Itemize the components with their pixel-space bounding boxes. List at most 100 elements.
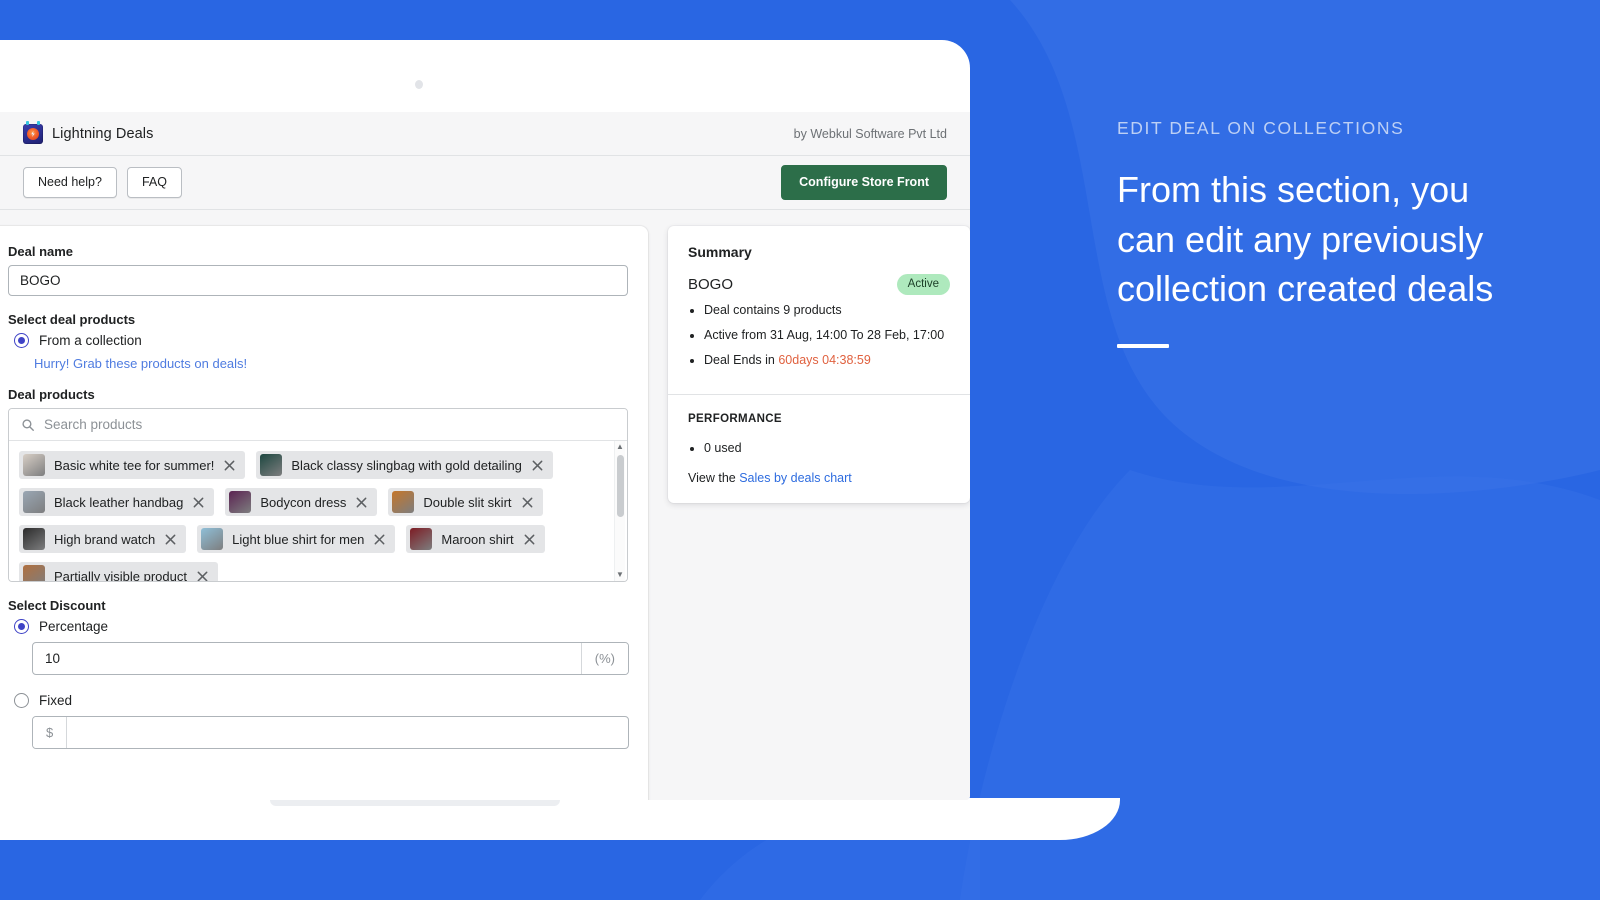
sales-by-deals-chart-link[interactable]: Sales by deals chart <box>739 471 852 485</box>
summary-section: Summary BOGO Active Deal contains 9 prod… <box>668 226 970 394</box>
deal-name-label: Deal name <box>8 244 74 259</box>
product-tag[interactable]: Black classy slingbag with gold detailin… <box>256 451 553 479</box>
summary-card: Summary BOGO Active Deal contains 9 prod… <box>668 226 970 504</box>
product-tag-label: Basic white tee for summer! <box>54 457 215 473</box>
product-thumbnail <box>23 491 45 513</box>
app-brand: Lightning Deals <box>23 121 153 144</box>
select-discount-label: Select Discount <box>8 598 106 613</box>
product-tag-label: Double slit skirt <box>423 494 512 510</box>
deal-countdown-timer: 60days 04:38:59 <box>778 353 871 368</box>
performance-bullet: 0 used <box>704 439 950 457</box>
configure-store-front-button[interactable]: Configure Store Front <box>781 165 947 200</box>
promo-headline: From this section, you can edit any prev… <box>1117 169 1494 310</box>
summary-deal-name: BOGO <box>688 275 734 293</box>
faq-button[interactable]: FAQ <box>126 167 182 198</box>
product-thumbnail <box>229 491 252 513</box>
select-deal-products-label: Select deal products <box>8 312 136 327</box>
product-thumbnail <box>392 491 415 513</box>
deal-form-card: Deal name Select deal products From a co… <box>0 226 648 800</box>
fixed-radio[interactable] <box>14 693 29 708</box>
product-thumbnail <box>23 528 45 550</box>
deal-ends-label: Deal Ends in <box>704 353 779 368</box>
laptop-mockup: Lightning Deals by Webkul Software Pvt L… <box>0 0 1130 840</box>
close-icon[interactable] <box>192 496 205 509</box>
percent-suffix: (%) <box>580 643 628 674</box>
product-tag-row: Basic white tee for summer! Black classy … <box>19 451 617 479</box>
close-icon[interactable] <box>355 496 368 509</box>
deal-products-label: Deal products <box>8 387 95 402</box>
hurry-grab-deals-link[interactable]: Hurry! Grab these products on deals! <box>34 356 628 371</box>
product-thumbnail <box>23 565 45 581</box>
product-tag-rows: Basic white tee for summer! Black classy … <box>19 451 617 581</box>
product-tag-label: Black leather handbag <box>54 494 184 510</box>
close-icon[interactable] <box>196 570 209 582</box>
performance-footer: View the Sales by deals chart <box>688 471 950 485</box>
promo-panel: EDIT DEAL ON COLLECTIONS From this secti… <box>1117 118 1537 349</box>
search-icon <box>22 418 34 431</box>
product-tag-row: Black leather handbag Bodycon dress Double… <box>19 488 617 516</box>
summary-head-row: BOGO Active <box>688 274 950 295</box>
secondary-action-group: Need help? FAQ <box>23 167 182 198</box>
percentage-label: Percentage <box>39 619 109 634</box>
product-list-scrollbar[interactable]: ▲ ▼ <box>614 441 625 581</box>
product-tag-row: Partially visible product <box>19 562 617 581</box>
fixed-amount-input[interactable] <box>67 717 628 748</box>
product-tag[interactable]: High brand watch <box>19 525 187 553</box>
view-the-text: View the <box>688 471 740 486</box>
product-tag-label: Light blue shirt for men <box>232 531 365 547</box>
product-tag[interactable]: Bodycon dress <box>225 488 378 516</box>
product-search-row <box>9 409 627 441</box>
status-badge: Active <box>896 274 950 295</box>
performance-section: PERFORMANCE 0 used View the Sales by dea… <box>668 394 970 503</box>
scroll-down-icon[interactable]: ▼ <box>616 571 624 579</box>
product-thumbnail <box>260 454 283 476</box>
percentage-input[interactable] <box>33 643 581 674</box>
summary-bullet: Active from 31 Aug, 14:00 To 28 Feb, 17:… <box>704 326 950 344</box>
product-tag[interactable]: Basic white tee for summer! <box>19 451 246 479</box>
product-tag-label: Partially visible product <box>54 568 187 582</box>
app-vendor-label: by Webkul Software Pvt Ltd <box>793 126 947 141</box>
percentage-input-wrap: (%) <box>32 642 629 675</box>
product-tag[interactable]: Partially visible product <box>19 562 218 581</box>
deal-name-input[interactable] <box>8 265 628 296</box>
close-icon[interactable] <box>223 459 236 472</box>
webcam-icon <box>415 80 423 89</box>
product-thumbnail <box>201 528 224 550</box>
close-icon[interactable] <box>373 533 386 546</box>
summary-bullet: Deal contains 9 products <box>704 301 950 319</box>
app-header: Lightning Deals by Webkul Software Pvt L… <box>0 112 970 156</box>
close-icon[interactable] <box>164 533 177 546</box>
product-tag[interactable]: Maroon shirt <box>406 525 545 553</box>
product-thumbnail <box>23 454 45 476</box>
product-tag-label: High brand watch <box>54 531 156 547</box>
promo-underline-rule <box>1117 344 1169 349</box>
performance-title: PERFORMANCE <box>688 413 782 426</box>
app-body: Deal name Select deal products From a co… <box>0 210 970 800</box>
close-icon[interactable] <box>523 533 536 546</box>
need-help-button[interactable]: Need help? <box>23 167 117 198</box>
app-action-bar: Need help? FAQ Configure Store Front <box>0 156 970 210</box>
scrollbar-thumb[interactable] <box>617 455 624 517</box>
product-tag[interactable]: Light blue shirt for men <box>197 525 396 553</box>
fixed-option[interactable]: Fixed <box>14 693 628 708</box>
close-icon[interactable] <box>521 496 534 509</box>
laptop-screen: Lightning Deals by Webkul Software Pvt L… <box>0 40 970 800</box>
summary-bullet-timer: Deal Ends in 60days 04:38:59 <box>704 351 950 369</box>
lightning-app-icon <box>23 121 43 144</box>
from-collection-radio[interactable] <box>14 333 29 348</box>
product-tag-label: Bodycon dress <box>260 494 347 510</box>
fixed-label: Fixed <box>39 693 73 708</box>
close-icon[interactable] <box>531 459 544 472</box>
scroll-up-icon[interactable]: ▲ <box>616 443 624 451</box>
product-tag-label: Black classy slingbag with gold detailin… <box>291 457 522 473</box>
fixed-input-wrap: $ <box>32 716 629 749</box>
percentage-option[interactable]: Percentage <box>14 619 628 634</box>
product-tag-label: Maroon shirt <box>441 531 514 547</box>
product-search-input[interactable] <box>44 417 615 432</box>
product-tag[interactable]: Black leather handbag <box>19 488 215 516</box>
from-collection-option[interactable]: From a collection <box>14 333 628 348</box>
dollar-prefix: $ <box>33 717 68 748</box>
product-thumbnail <box>410 528 433 550</box>
percentage-radio[interactable] <box>14 619 29 634</box>
product-tag[interactable]: Double slit skirt <box>388 488 543 516</box>
